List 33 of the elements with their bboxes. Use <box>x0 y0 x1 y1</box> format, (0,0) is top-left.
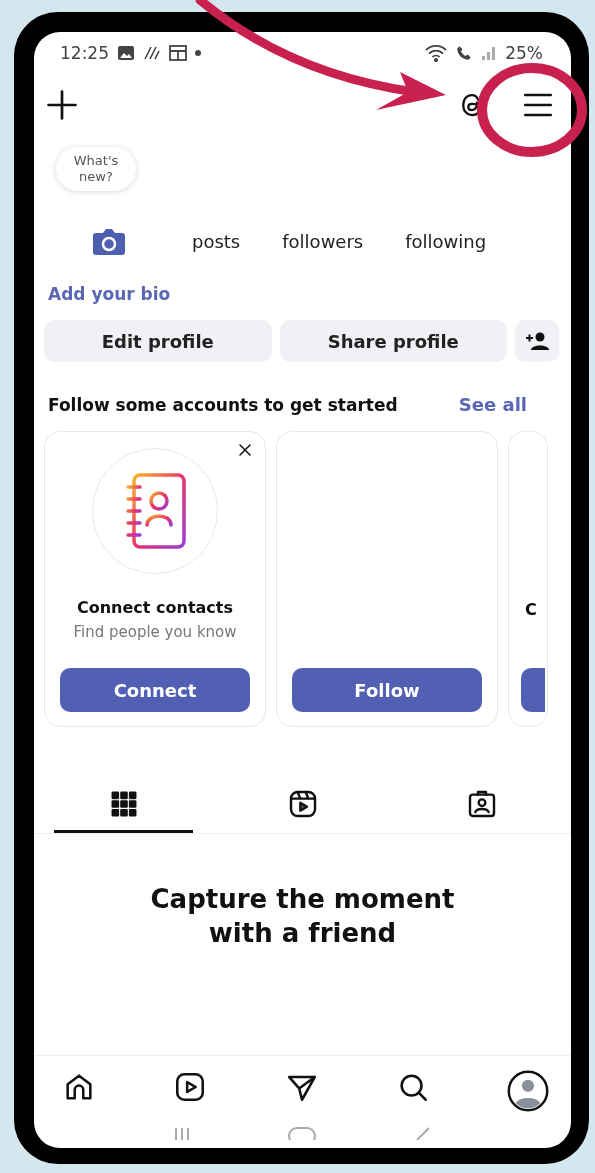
follow-button[interactable]: Follow <box>292 668 482 712</box>
status-time: 12:25 <box>60 43 109 63</box>
person-plus-glyph <box>525 331 549 351</box>
whats-new-bubble[interactable]: What's new? <box>56 147 136 191</box>
profile-button[interactable]: Share profile <box>279 320 507 362</box>
stat-label[interactable]: followers <box>282 231 364 252</box>
signal-slash-icon <box>143 45 161 61</box>
empty-state-title: Capture the moment with a friend <box>149 883 456 950</box>
stat-label[interactable]: following <box>405 231 487 252</box>
stat-label[interactable]: posts <box>192 231 241 252</box>
card-title: Connect contacts <box>76 598 233 617</box>
grid-icon <box>110 790 137 817</box>
add-person-icon[interactable] <box>515 320 559 362</box>
avatar-icon <box>507 1070 549 1112</box>
profile-button[interactable]: Edit profile <box>44 320 272 362</box>
image-icon <box>117 45 135 61</box>
dot-icon <box>195 50 201 56</box>
follow-button[interactable] <box>521 668 545 712</box>
call-icon <box>455 44 474 62</box>
wifi-icon <box>425 44 448 62</box>
window-icon <box>169 45 187 61</box>
camera-icon[interactable] <box>92 227 126 257</box>
add-bio-link[interactable]: Add your bio <box>34 272 571 304</box>
connect-button[interactable]: Connect <box>60 668 250 712</box>
card-subtitle: Find people you know <box>73 623 237 641</box>
add-icon[interactable] <box>44 87 80 123</box>
card-title: C <box>525 600 537 619</box>
signal-icon <box>481 45 498 61</box>
plus-glyph <box>44 87 80 123</box>
battery-level: 25% <box>505 43 543 63</box>
section-title: Follow some accounts to get started <box>48 394 398 415</box>
nav-item[interactable] <box>507 1070 549 1112</box>
see-all-link[interactable]: See all <box>458 394 527 415</box>
